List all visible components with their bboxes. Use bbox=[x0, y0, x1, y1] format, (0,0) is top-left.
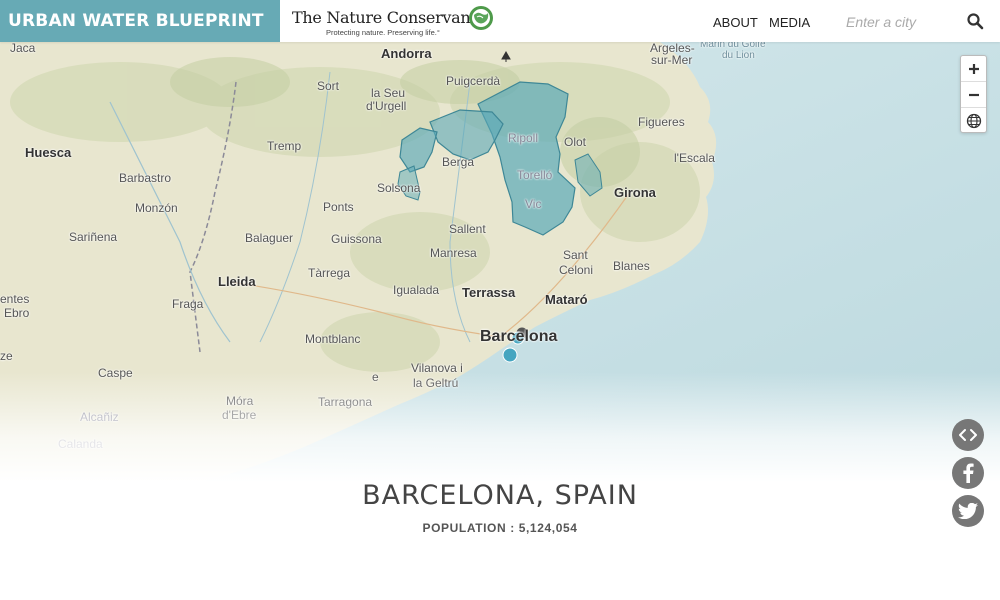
map-label: Puigcerdà bbox=[446, 74, 501, 88]
map-label-barcelona: Barcelona bbox=[480, 328, 558, 345]
intake-point-south[interactable] bbox=[502, 347, 518, 363]
map-label: d'Ebre bbox=[222, 408, 257, 422]
map-label: Barbastro bbox=[119, 171, 172, 185]
map-label: Ripoll bbox=[508, 131, 539, 145]
map-label: Olot bbox=[564, 135, 587, 149]
zoom-out-button[interactable] bbox=[961, 82, 986, 108]
map-label: Alcañiz bbox=[80, 410, 119, 424]
map-label: Móra bbox=[226, 394, 254, 408]
map-label: Mataró bbox=[545, 292, 588, 307]
partner-logo[interactable]: The Nature Conservancy Protecting nature… bbox=[292, 5, 497, 39]
city-search-input[interactable] bbox=[840, 10, 960, 34]
map-label: Berga bbox=[442, 155, 475, 169]
search-icon[interactable] bbox=[966, 12, 984, 30]
map-label: Jaca bbox=[10, 42, 36, 55]
map-label: ze bbox=[0, 349, 13, 363]
map-label: Vilanova i bbox=[411, 361, 463, 375]
twitter-share-button[interactable] bbox=[952, 495, 984, 527]
map-label: Ebro bbox=[4, 306, 30, 320]
map-label: Sant bbox=[563, 248, 588, 262]
map-label: sur-Mer bbox=[651, 53, 693, 67]
map-label: Torelló bbox=[517, 168, 553, 182]
facebook-share-button[interactable] bbox=[952, 457, 984, 489]
nav-about[interactable]: ABOUT bbox=[713, 15, 758, 30]
map-label: Igualada bbox=[393, 283, 440, 297]
map-label: Manresa bbox=[430, 246, 477, 260]
partner-tagline: Protecting nature. Preserving life.° bbox=[326, 28, 440, 37]
map-label: l'Escala bbox=[674, 151, 715, 165]
partner-name: The Nature Conservancy bbox=[292, 8, 488, 27]
map-view[interactable]: Jaca Andorra Puigcerdà Argeles- sur-Mer … bbox=[0, 42, 1000, 482]
zoom-in-button[interactable] bbox=[961, 56, 986, 82]
map-label: Sort bbox=[317, 79, 340, 93]
map-label: Solsona bbox=[377, 181, 421, 195]
map-label: entes bbox=[0, 292, 30, 306]
map-label: Vic bbox=[525, 197, 542, 211]
map-label: Tremp bbox=[267, 139, 302, 153]
map-label: Girona bbox=[614, 185, 656, 200]
brand-logo[interactable]: URBAN WATER BLUEPRINT bbox=[0, 0, 280, 42]
map-label: e bbox=[372, 370, 379, 384]
map-label: Montblanc bbox=[305, 332, 361, 346]
tnc-globe-icon bbox=[469, 6, 493, 30]
nav-media[interactable]: MEDIA bbox=[769, 15, 810, 30]
map-label: d'Urgell bbox=[366, 99, 407, 113]
map-label: Tàrrega bbox=[308, 266, 351, 280]
map-label: Lleida bbox=[218, 274, 256, 289]
brand-title: URBAN WATER BLUEPRINT bbox=[8, 11, 264, 31]
map-label: Monzón bbox=[135, 201, 178, 215]
map-label: Sallent bbox=[449, 222, 486, 236]
map-label: la Geltrú bbox=[413, 376, 459, 390]
map-label: Figueres bbox=[638, 115, 685, 129]
map-label: Ponts bbox=[323, 200, 354, 214]
map-label: Huesca bbox=[25, 145, 72, 160]
map-label: Terrassa bbox=[462, 285, 516, 300]
map-label: Balaguer bbox=[245, 231, 294, 245]
map-label: Fraga bbox=[172, 297, 204, 311]
zoom-control bbox=[960, 55, 987, 133]
map-label: Tarragona bbox=[318, 395, 373, 409]
zoom-in-icon bbox=[968, 63, 979, 74]
embed-button[interactable] bbox=[952, 419, 984, 451]
embed-code-icon bbox=[959, 429, 977, 441]
map-canvas bbox=[0, 42, 1000, 482]
map-label: Celoni bbox=[559, 263, 594, 277]
site-header: URBAN WATER BLUEPRINT The Nature Conserv… bbox=[0, 0, 1000, 42]
map-label: Blanes bbox=[613, 259, 650, 273]
city-title: BARCELONA, SPAIN bbox=[362, 480, 638, 511]
twitter-icon bbox=[958, 503, 978, 519]
map-label: Andorra bbox=[381, 46, 432, 61]
population-text: POPULATION : 5,124,054 bbox=[422, 521, 578, 535]
map-label: du Lion bbox=[722, 50, 755, 61]
globe-icon bbox=[966, 113, 981, 129]
facebook-icon bbox=[963, 463, 974, 483]
reset-view-button[interactable] bbox=[961, 108, 986, 134]
map-label: Calanda bbox=[58, 437, 103, 451]
zoom-out-icon bbox=[968, 93, 979, 96]
map-label: Sariñena bbox=[69, 230, 118, 244]
map-label: Guissona bbox=[331, 232, 382, 246]
map-label: Caspe bbox=[98, 366, 133, 380]
